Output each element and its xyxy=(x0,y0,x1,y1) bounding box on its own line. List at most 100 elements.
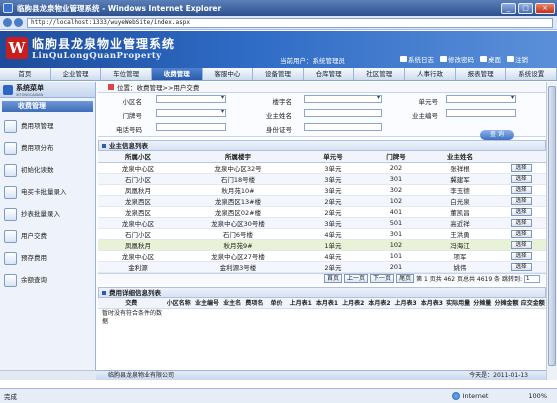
menu-reports[interactable]: 报表管理 xyxy=(456,68,507,80)
fee-icon xyxy=(4,119,17,133)
owner-number-input[interactable] xyxy=(446,109,516,117)
table-row[interactable]: 凤凰秋月 秋月苑9# 1单元 102 冯海江 选择 xyxy=(98,239,546,251)
search-button[interactable]: 查 询 xyxy=(480,130,514,140)
table-row[interactable]: 龙泉中心区 龙泉中心区27号楼 4单元 101 项军 选择 xyxy=(98,250,546,262)
select-button[interactable]: 选择 xyxy=(510,252,532,260)
select-button[interactable]: 选择 xyxy=(510,164,532,172)
table-cell: 3单元 xyxy=(298,173,368,185)
sidebar-scrollbar[interactable] xyxy=(0,370,96,380)
sidebar-item-prepaid[interactable]: 预存费用 xyxy=(0,247,95,269)
select-button[interactable]: 选择 xyxy=(510,241,532,249)
select-button[interactable]: 选择 xyxy=(510,208,532,216)
menu-community[interactable]: 社区管理 xyxy=(354,68,406,80)
door-select[interactable] xyxy=(156,108,226,117)
select-button[interactable]: 选择 xyxy=(510,263,532,271)
detail-col: 应交金额 xyxy=(519,297,546,309)
prev-page-button[interactable]: 上一页 xyxy=(344,274,369,283)
forward-icon[interactable] xyxy=(14,18,23,27)
menu-settings[interactable]: 系统设置 xyxy=(506,68,557,80)
table-cell: 3单元 xyxy=(298,162,368,174)
unit-select[interactable] xyxy=(446,94,516,103)
select-button[interactable]: 选择 xyxy=(510,197,532,205)
sidebar-item-fee-items[interactable]: 费用项管理 xyxy=(0,115,95,137)
minimize-button[interactable]: _ xyxy=(501,2,516,14)
table-row[interactable]: 龙泉中心区 龙泉中心区32号 3单元 202 张祥根 选择 xyxy=(98,162,546,174)
table-row[interactable]: 龙泉中心区 龙泉中心区30号楼 3单元 501 高近祥 选择 xyxy=(98,217,546,229)
zoom-level[interactable]: 100% xyxy=(528,392,547,400)
menu-equipment[interactable]: 设备管理 xyxy=(253,68,304,80)
sidebar-subtitle: XITONGCAIDAN xyxy=(16,92,44,97)
table-cell: 高近祥 xyxy=(424,217,496,229)
table-cell: 石门小区 xyxy=(98,173,178,185)
search-form: 小区名 楼宇名 单元号 门牌号 业主姓名 业主编号 电话号码 身份证号 xyxy=(98,93,546,137)
table-row[interactable]: 石门小区 石门18号楼 3单元 301 冀建军 选择 xyxy=(98,173,546,185)
sidebar-item-user-payment[interactable]: 用户交费 xyxy=(0,225,95,247)
payment-icon xyxy=(4,229,17,243)
change-password-link[interactable]: 修改密码 xyxy=(440,54,474,64)
sidebar: 系统菜单 XITONGCAIDAN 收费管理 费用项管理 费用项分布 初始化读数 … xyxy=(0,82,96,370)
detail-col: 业主编号 xyxy=(192,297,222,309)
table-cell: 301 xyxy=(368,228,424,240)
table-cell: 龙泉西区02#楼 xyxy=(178,206,298,218)
menu-service[interactable]: 客服中心 xyxy=(203,68,254,80)
url-input[interactable]: http://localhost:1333/wuyeWebSite/index.… xyxy=(27,17,553,28)
id-number-input[interactable] xyxy=(304,123,382,131)
detail-table: 交费 小区名称 业主编号 业主名 费项名 单价 上月表1 本月表1 上月表2 本月表2 上月表3 本月… xyxy=(98,297,546,327)
detail-col: 实际用量 xyxy=(444,297,472,309)
sidebar-item-meter-batch[interactable]: 抄表批量录入 xyxy=(0,203,95,225)
table-row[interactable]: 凤凰秋月 秋月苑10# 3单元 302 李玉德 选择 xyxy=(98,184,546,196)
app-banner: W 临朐县龙泉物业管理系统 LinQuLongQuanProperty 当前用户… xyxy=(0,31,557,68)
table-cell: 冯海江 xyxy=(424,239,496,251)
today-date: 今天是：2011-01-13 xyxy=(469,372,528,379)
detail-col: 分摊金额 xyxy=(493,297,520,309)
sidebar-item-card-batch[interactable]: 电买卡批量录入 xyxy=(0,181,95,203)
next-page-button[interactable]: 下一页 xyxy=(370,274,395,283)
menu-enterprise[interactable]: 企业管理 xyxy=(51,68,102,80)
col-door: 门牌号 xyxy=(368,151,424,163)
sidebar-item-init-readings[interactable]: 初始化读数 xyxy=(0,159,95,181)
page-select[interactable]: 1 xyxy=(524,274,540,283)
menu-parking[interactable]: 车位管理 xyxy=(101,68,152,80)
sidebar-item-fee-distribution[interactable]: 费用项分布 xyxy=(0,137,95,159)
vertical-scrollbar[interactable] xyxy=(546,82,557,380)
menu-home[interactable]: 首页 xyxy=(0,68,51,80)
table-row[interactable]: 龙泉西区 龙泉西区13#楼 2单元 102 白光泉 选择 xyxy=(98,195,546,207)
company-name: 临朐县龙泉物业有限公司 xyxy=(108,372,175,379)
back-icon[interactable] xyxy=(3,18,12,27)
logout-link[interactable]: 注销 xyxy=(507,54,528,64)
building-select[interactable] xyxy=(304,94,382,103)
table-row[interactable]: 石门小区 石门6号楼 4单元 301 王洪勇 选择 xyxy=(98,228,546,240)
sidebar-item-balance[interactable]: 余额查询 xyxy=(0,269,95,291)
globe-icon xyxy=(451,392,460,400)
close-button[interactable]: × xyxy=(535,2,555,14)
table-cell: 秋月苑10# xyxy=(178,184,298,196)
status-bar: 完成 Internet 100% xyxy=(0,388,557,403)
maximize-button[interactable]: □ xyxy=(518,2,533,14)
detail-col: 单价 xyxy=(265,297,288,309)
community-select[interactable] xyxy=(156,94,226,103)
menu-charges[interactable]: 收费管理 xyxy=(151,68,203,80)
security-zone: Internet xyxy=(451,392,488,400)
phone-input[interactable] xyxy=(156,123,226,131)
sidebar-section[interactable]: 收费管理 xyxy=(2,101,93,112)
first-page-button[interactable]: 首页 xyxy=(324,274,343,283)
table-cell: 龙泉西区 xyxy=(98,195,178,207)
last-page-button[interactable]: 尾页 xyxy=(396,274,415,283)
table-row[interactable]: 龙泉西区 龙泉西区02#楼 2单元 401 董凯昌 选择 xyxy=(98,206,546,218)
desktop-link[interactable]: 桌面 xyxy=(480,54,501,64)
system-log-link[interactable]: 系统日志 xyxy=(400,54,434,64)
menu-hr[interactable]: 人事行政 xyxy=(405,68,456,80)
scroll-thumb[interactable] xyxy=(548,86,556,366)
table-cell: 姚伟 xyxy=(424,261,496,273)
select-button[interactable]: 选择 xyxy=(510,175,532,183)
select-button[interactable]: 选择 xyxy=(510,230,532,238)
select-button[interactable]: 选择 xyxy=(510,219,532,227)
owner-name-input[interactable] xyxy=(304,109,382,117)
select-button[interactable]: 选择 xyxy=(510,186,532,194)
card-icon xyxy=(4,185,17,199)
table-row[interactable]: 金利源 金利源3号楼 2单元 201 姚伟 选择 xyxy=(98,261,546,273)
menu-warehouse[interactable]: 仓库管理 xyxy=(304,68,355,80)
address-bar: http://localhost:1333/wuyeWebSite/index.… xyxy=(0,16,557,30)
table-cell: 金利源 xyxy=(98,261,178,273)
table-cell: 凤凰秋月 xyxy=(98,239,178,251)
